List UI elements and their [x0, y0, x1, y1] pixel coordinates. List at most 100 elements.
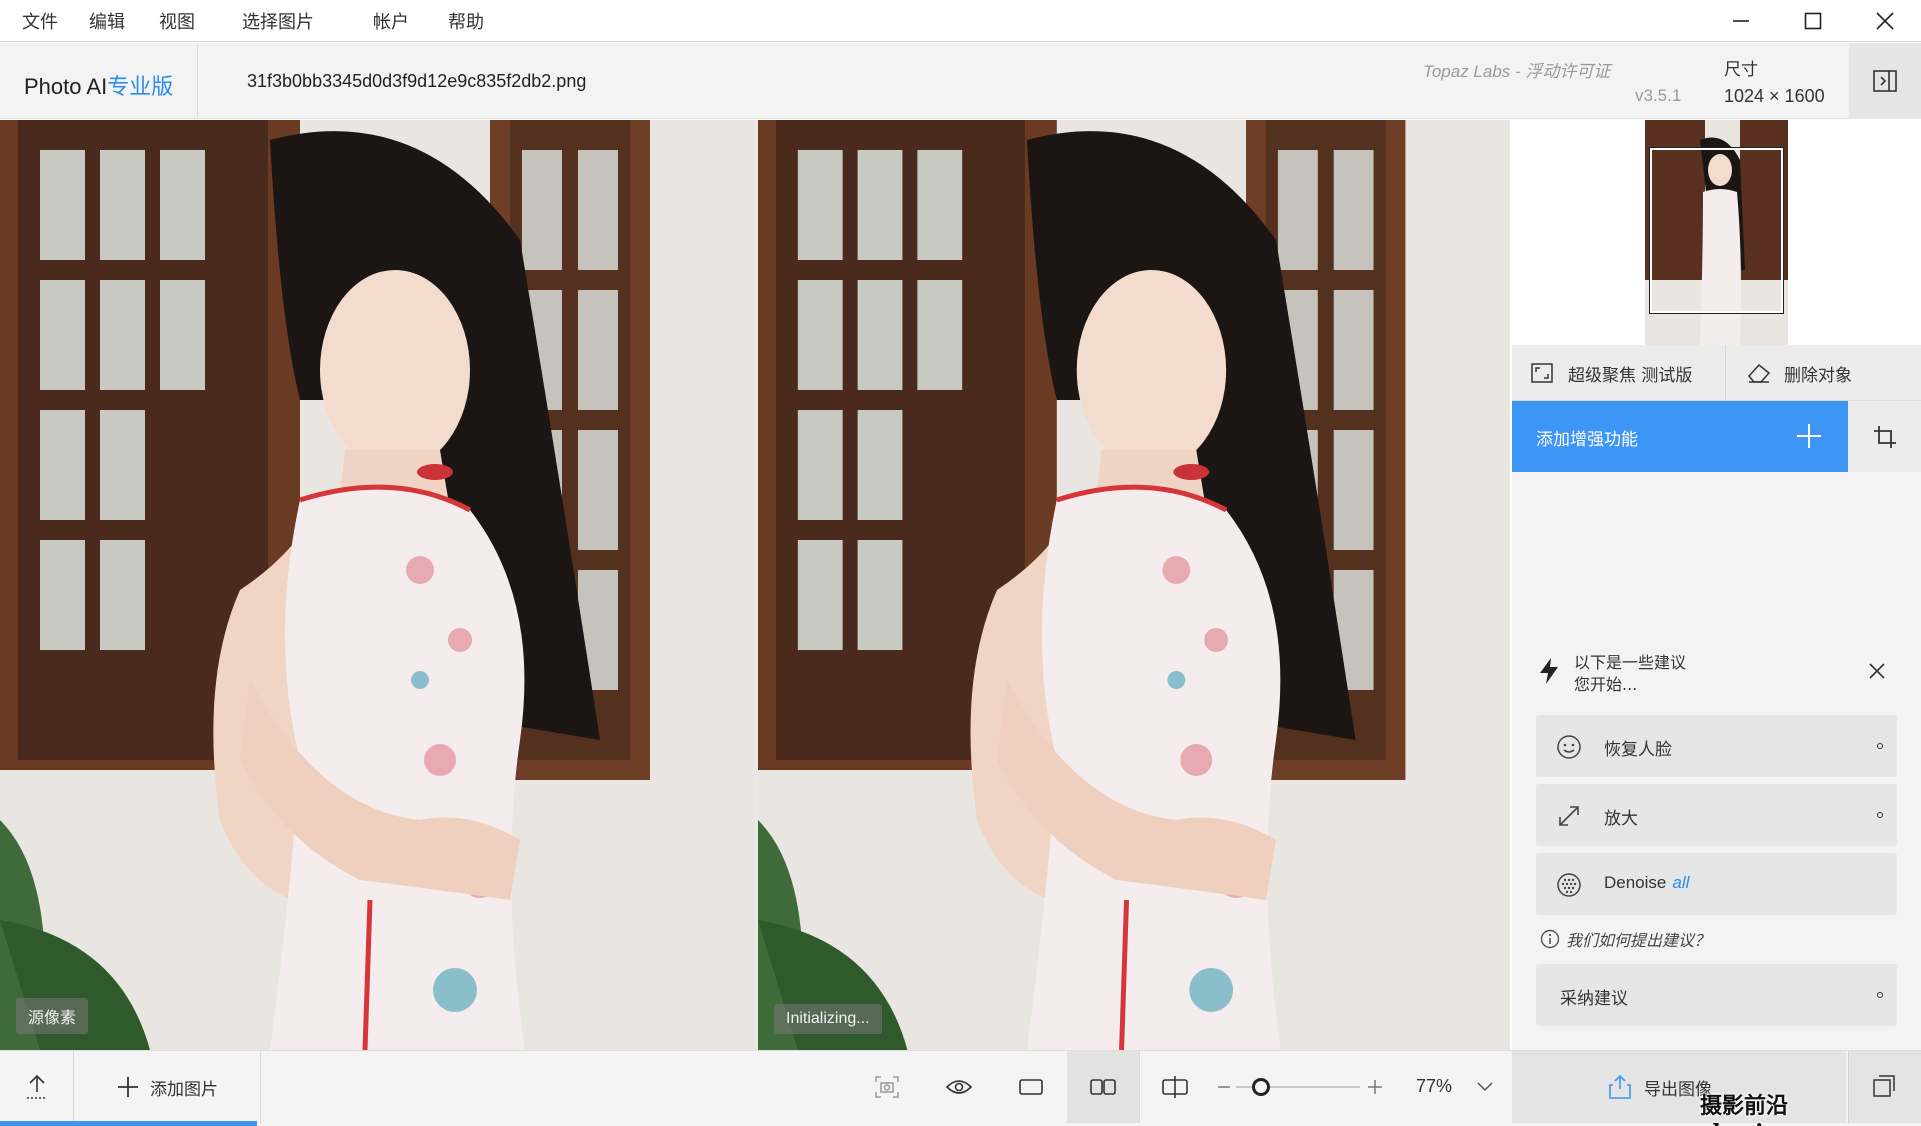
tool-divider — [1725, 345, 1726, 401]
menu-account[interactable]: 帐户 — [373, 8, 409, 34]
size-label: 尺寸 — [1724, 60, 1758, 80]
chevron-down-icon — [1477, 1082, 1493, 1092]
remove-object-label: 删除对象 — [1784, 365, 1852, 386]
face-icon — [1557, 735, 1581, 759]
navigator-area — [1512, 120, 1921, 345]
zoom-slider-handle[interactable] — [1251, 1078, 1270, 1096]
remove-object-button[interactable]: 删除对象 — [1746, 345, 1852, 401]
menu-view[interactable]: 视图 — [159, 8, 195, 34]
app-header: Photo AI专业版 31f3b0bb3345d0d3f9d12e9c835f… — [0, 43, 1921, 119]
version-label: v3.5.1 — [1635, 86, 1682, 105]
superfocus-button[interactable]: 超级聚焦 测试版 — [1530, 345, 1692, 401]
add-image-label: 添加图片 — [150, 1079, 218, 1100]
single-view-button[interactable] — [995, 1051, 1067, 1123]
info-icon — [1540, 929, 1560, 949]
suggestion-status-dot — [1877, 812, 1883, 818]
navigator-thumbnail[interactable] — [1645, 120, 1788, 345]
original-image-pane[interactable]: 源像素 — [0, 120, 755, 1050]
original-photo — [0, 120, 755, 1050]
accept-status-dot — [1877, 992, 1883, 998]
menu-file[interactable]: 文件 — [22, 8, 58, 34]
suggestions-title-line2: 您开始... — [1574, 675, 1638, 694]
split-view-icon — [1162, 1076, 1188, 1098]
minimize-icon — [1733, 20, 1749, 22]
crop-button[interactable] — [1848, 401, 1921, 472]
license-label: Topaz Labs - 浮动许可证 — [1423, 62, 1611, 81]
camera-icon — [875, 1076, 899, 1098]
upload-button[interactable] — [0, 1051, 73, 1123]
superfocus-icon — [1531, 363, 1553, 383]
superfocus-label: 超级聚焦 测试版 — [1568, 365, 1693, 386]
panel-toggle-icon — [1873, 70, 1897, 92]
zoom-out-button[interactable] — [1212, 1051, 1236, 1123]
crop-icon — [1873, 425, 1896, 448]
menu-bar: 文件 编辑 视图 选择图片 帐户 帮助 — [0, 0, 1921, 42]
accept-suggestions-button[interactable]: 采纳建议 — [1536, 964, 1897, 1026]
suggestion-label: 放大 — [1604, 809, 1638, 828]
size-value: 1024 × 1600 — [1724, 86, 1825, 106]
tool-row: 超级聚焦 测试版 删除对象 — [1512, 345, 1921, 401]
plus-icon — [1797, 424, 1821, 448]
suggestion-status-dot — [1877, 743, 1883, 749]
split-view-button[interactable] — [1140, 1051, 1210, 1123]
side-by-side-icon — [1090, 1079, 1116, 1095]
suggestion-label: Denoise all — [1604, 873, 1689, 893]
upload-icon — [26, 1074, 47, 1099]
how-suggestions-link[interactable]: 我们如何提出建议？ — [1540, 927, 1710, 951]
minus-icon — [1218, 1086, 1230, 1088]
add-enhancement-label: 添加增强功能 — [1536, 430, 1638, 450]
panel-toggle-button[interactable] — [1849, 43, 1921, 119]
plus-icon — [118, 1077, 138, 1097]
suggestion-face-recovery[interactable]: 恢复人脸 — [1536, 715, 1897, 777]
side-panel: 超级聚焦 测试版 删除对象 添加增强功能 以下是一些建议 您开始... 恢复人脸… — [1512, 120, 1921, 1050]
denoise-icon — [1557, 873, 1581, 897]
export-icon — [1609, 1074, 1631, 1099]
close-icon — [1876, 12, 1894, 30]
brand-edition: 专业版 — [107, 74, 174, 99]
snapshot-button[interactable] — [851, 1051, 923, 1123]
eraser-icon — [1748, 363, 1771, 383]
file-name: 31f3b0bb3345d0d3f9d12e9c835f2db2.png — [247, 71, 587, 91]
suggestion-label-text: Denoise — [1604, 873, 1667, 892]
app-brand: Photo AI专业版 — [24, 69, 173, 101]
suggestions-title: 以下是一些建议 您开始... — [1574, 652, 1686, 696]
bottom-toolbar: 添加图片 77% 导出图像 — [0, 1050, 1921, 1126]
plus-icon — [1368, 1080, 1382, 1094]
maximize-button[interactable] — [1778, 0, 1848, 42]
accept-suggestions-label: 采纳建议 — [1560, 989, 1628, 1008]
watermark-text: 摄影前沿 sheyingzyz.com — [1700, 1093, 1892, 1126]
menu-select-image[interactable]: 选择图片 — [242, 8, 314, 34]
minimize-button[interactable] — [1706, 0, 1776, 42]
preview-image-pane[interactable]: Initializing... — [758, 120, 1510, 1050]
how-suggestions-label: 我们如何提出建议？ — [1566, 931, 1711, 950]
zoom-in-button[interactable] — [1362, 1051, 1388, 1123]
menu-help[interactable]: 帮助 — [448, 8, 484, 34]
eye-icon — [945, 1080, 973, 1094]
close-suggestions-icon[interactable] — [1868, 662, 1886, 680]
brand-name: Photo AI — [24, 74, 108, 99]
add-image-button[interactable]: 添加图片 — [74, 1051, 260, 1123]
suggestion-label: 恢复人脸 — [1604, 740, 1672, 759]
zoom-value[interactable]: 77% — [1416, 1076, 1452, 1097]
suggestion-tag: all — [1672, 873, 1690, 892]
suggestions-title-line1: 以下是一些建议 — [1574, 653, 1687, 672]
upscale-icon — [1559, 806, 1579, 826]
menu-edit[interactable]: 编辑 — [89, 8, 125, 34]
suggestion-denoise[interactable]: Denoise all — [1536, 853, 1897, 915]
original-pane-badge: 源像素 — [16, 998, 89, 1034]
add-enhancement-button[interactable]: 添加增强功能 — [1512, 401, 1848, 472]
preview-photo — [758, 120, 1510, 1050]
zoom-dropdown-button[interactable] — [1470, 1051, 1500, 1123]
lightning-icon — [1540, 658, 1558, 684]
preview-pane-badge: Initializing... — [774, 1004, 882, 1034]
toolbar-divider — [260, 1051, 261, 1123]
header-divider — [197, 43, 198, 119]
preview-toggle-button[interactable] — [923, 1051, 995, 1123]
side-by-side-button[interactable] — [1067, 1051, 1139, 1123]
single-view-icon — [1019, 1079, 1043, 1095]
processing-progress-bar — [0, 1121, 258, 1126]
suggestion-upscale[interactable]: 放大 — [1536, 784, 1897, 846]
navigator-viewport-frame[interactable] — [1649, 147, 1784, 314]
close-window-button[interactable] — [1850, 0, 1920, 42]
maximize-icon — [1804, 12, 1822, 30]
